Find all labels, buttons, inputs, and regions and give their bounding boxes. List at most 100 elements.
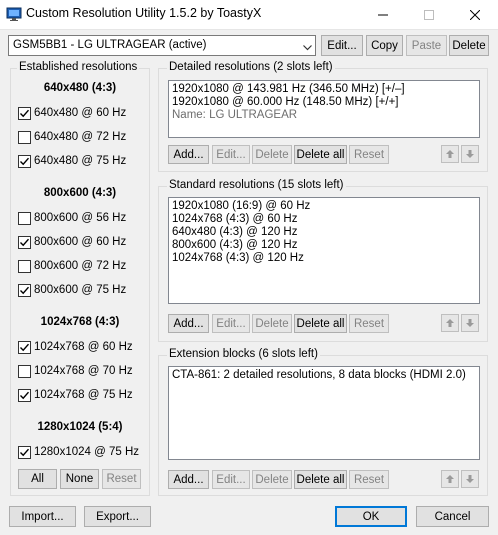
monitor-edit-button[interactable]: Edit... (321, 35, 363, 56)
minimize-button[interactable] (360, 0, 406, 30)
cancel-button[interactable]: Cancel (416, 506, 489, 527)
list-item[interactable]: CTA-861: 2 detailed resolutions, 8 data … (172, 369, 476, 382)
maximize-icon (424, 10, 434, 20)
detailed-reset-button[interactable]: Reset (349, 145, 389, 164)
detailed-move-down-button[interactable] (461, 145, 479, 163)
checkbox-800x600-56[interactable]: 800x600 @ 56 Hz (18, 210, 126, 226)
standard-move-up-button[interactable] (441, 314, 459, 332)
list-item[interactable]: 1920x1080 (16:9) @ 60 Hz (172, 200, 476, 213)
checkbox-label: 640x480 @ 60 Hz (34, 107, 127, 119)
extension-move-up-button[interactable] (441, 470, 459, 488)
window-title: Custom Resolution Utility 1.5.2 by Toast… (26, 6, 262, 20)
checkbox-box[interactable] (18, 364, 31, 378)
checkbox-label: 1024x768 @ 60 Hz (34, 341, 133, 353)
checkbox-box[interactable] (18, 388, 31, 402)
established-header-640: 640x480 (4:3) (43, 82, 117, 94)
established-header-800: 800x600 (4:3) (43, 187, 117, 199)
extension-move-down-button[interactable] (461, 470, 479, 488)
checkbox-box[interactable] (18, 283, 31, 297)
arrow-down-icon (466, 150, 474, 158)
detailed-edit-button[interactable]: Edit... (212, 145, 250, 164)
list-item[interactable]: 1024x768 (4:3) @ 120 Hz (172, 252, 476, 265)
checkbox-640x480-75[interactable]: 640x480 @ 75 Hz (18, 153, 126, 169)
check-icon (20, 391, 30, 399)
extension-listbox[interactable]: CTA-861: 2 detailed resolutions, 8 data … (168, 366, 480, 460)
close-button[interactable] (452, 0, 498, 30)
established-none-button[interactable]: None (60, 469, 99, 489)
checkbox-1024x768-75[interactable]: 1024x768 @ 75 Hz (18, 387, 133, 403)
standard-move-down-button[interactable] (461, 314, 479, 332)
detailed-delete-button[interactable]: Delete (252, 145, 292, 164)
chevron-down-icon (303, 42, 312, 54)
detailed-delete-all-button[interactable]: Delete all (294, 145, 347, 164)
maximize-button[interactable] (406, 0, 452, 30)
checkbox-800x600-75[interactable]: 800x600 @ 75 Hz (18, 282, 126, 298)
checkbox-label: 800x600 @ 60 Hz (34, 236, 127, 248)
close-icon (470, 10, 480, 20)
checkbox-box[interactable] (18, 154, 31, 168)
list-item[interactable]: 640x480 (4:3) @ 120 Hz (172, 226, 476, 239)
established-reset-button[interactable]: Reset (102, 469, 141, 489)
ok-button[interactable]: OK (335, 506, 407, 527)
checkbox-label: 640x480 @ 72 Hz (34, 131, 127, 143)
list-item[interactable]: 1024x768 (4:3) @ 60 Hz (172, 213, 476, 226)
list-item[interactable]: 800x600 (4:3) @ 120 Hz (172, 239, 476, 252)
arrow-up-icon (446, 475, 454, 483)
checkbox-label: 800x600 @ 72 Hz (34, 260, 127, 272)
arrow-up-icon (446, 319, 454, 327)
detailed-add-button[interactable]: Add... (168, 145, 209, 164)
export-button[interactable]: Export... (84, 506, 151, 527)
checkbox-640x480-72[interactable]: 640x480 @ 72 Hz (18, 129, 126, 145)
minimize-icon (378, 14, 388, 16)
checkbox-label: 1024x768 @ 70 Hz (34, 365, 133, 377)
standard-delete-all-button[interactable]: Delete all (294, 314, 347, 333)
checkbox-640x480-60[interactable]: 640x480 @ 60 Hz (18, 105, 126, 121)
established-title: Established resolutions (17, 61, 140, 73)
import-button[interactable]: Import... (9, 506, 76, 527)
extension-add-button[interactable]: Add... (168, 470, 209, 489)
monitor-delete-button[interactable]: Delete (449, 35, 489, 56)
check-icon (20, 286, 30, 294)
checkbox-800x600-60[interactable]: 800x600 @ 60 Hz (18, 234, 126, 250)
checkbox-box[interactable] (18, 445, 31, 459)
extension-delete-all-button[interactable]: Delete all (294, 470, 347, 489)
standard-title: Standard resolutions (15 slots left) (167, 179, 346, 191)
extension-delete-button[interactable]: Delete (252, 470, 292, 489)
check-icon (20, 157, 30, 165)
checkbox-box[interactable] (18, 259, 31, 273)
list-item[interactable]: 1920x1080 @ 143.981 Hz (346.50 MHz) [+/–… (172, 83, 476, 96)
checkbox-box[interactable] (18, 340, 31, 354)
standard-reset-button[interactable]: Reset (349, 314, 389, 333)
checkbox-box[interactable] (18, 130, 31, 144)
monitor-paste-button[interactable]: Paste (406, 35, 447, 56)
list-item[interactable]: 1920x1080 @ 60.000 Hz (148.50 MHz) [+/+] (172, 96, 476, 109)
extension-title: Extension blocks (6 slots left) (167, 348, 320, 360)
monitor-select[interactable]: GSM5BB1 - LG ULTRAGEAR (active) (8, 35, 316, 56)
checkbox-box[interactable] (18, 235, 31, 249)
monitor-copy-button[interactable]: Copy (366, 35, 403, 56)
standard-listbox[interactable]: 1920x1080 (16:9) @ 60 Hz 1024x768 (4:3) … (168, 197, 480, 304)
detailed-listbox[interactable]: 1920x1080 @ 143.981 Hz (346.50 MHz) [+/–… (168, 80, 480, 138)
established-header-1280: 1280x1024 (5:4) (37, 421, 123, 433)
detailed-move-up-button[interactable] (441, 145, 459, 163)
checkbox-label: 800x600 @ 56 Hz (34, 212, 127, 224)
extension-reset-button[interactable]: Reset (349, 470, 389, 489)
extension-edit-button[interactable]: Edit... (212, 470, 250, 489)
display-name-line[interactable]: Name: LG ULTRAGEAR (172, 109, 476, 122)
checkbox-label: 1280x1024 @ 75 Hz (34, 446, 140, 458)
checkbox-1024x768-60[interactable]: 1024x768 @ 60 Hz (18, 339, 133, 355)
checkbox-1024x768-70[interactable]: 1024x768 @ 70 Hz (18, 363, 133, 379)
title-bar: Custom Resolution Utility 1.5.2 by Toast… (0, 0, 498, 30)
standard-delete-button[interactable]: Delete (252, 314, 292, 333)
checkbox-1280x1024-75[interactable]: 1280x1024 @ 75 Hz (18, 444, 139, 460)
monitor-select-value: GSM5BB1 - LG ULTRAGEAR (active) (13, 39, 207, 51)
checkbox-label: 800x600 @ 75 Hz (34, 284, 127, 296)
checkbox-label: 640x480 @ 75 Hz (34, 155, 127, 167)
checkbox-box[interactable] (18, 211, 31, 225)
established-all-button[interactable]: All (18, 469, 57, 489)
standard-edit-button[interactable]: Edit... (212, 314, 250, 333)
arrow-down-icon (466, 475, 474, 483)
checkbox-box[interactable] (18, 106, 31, 120)
standard-add-button[interactable]: Add... (168, 314, 209, 333)
checkbox-800x600-72[interactable]: 800x600 @ 72 Hz (18, 258, 126, 274)
